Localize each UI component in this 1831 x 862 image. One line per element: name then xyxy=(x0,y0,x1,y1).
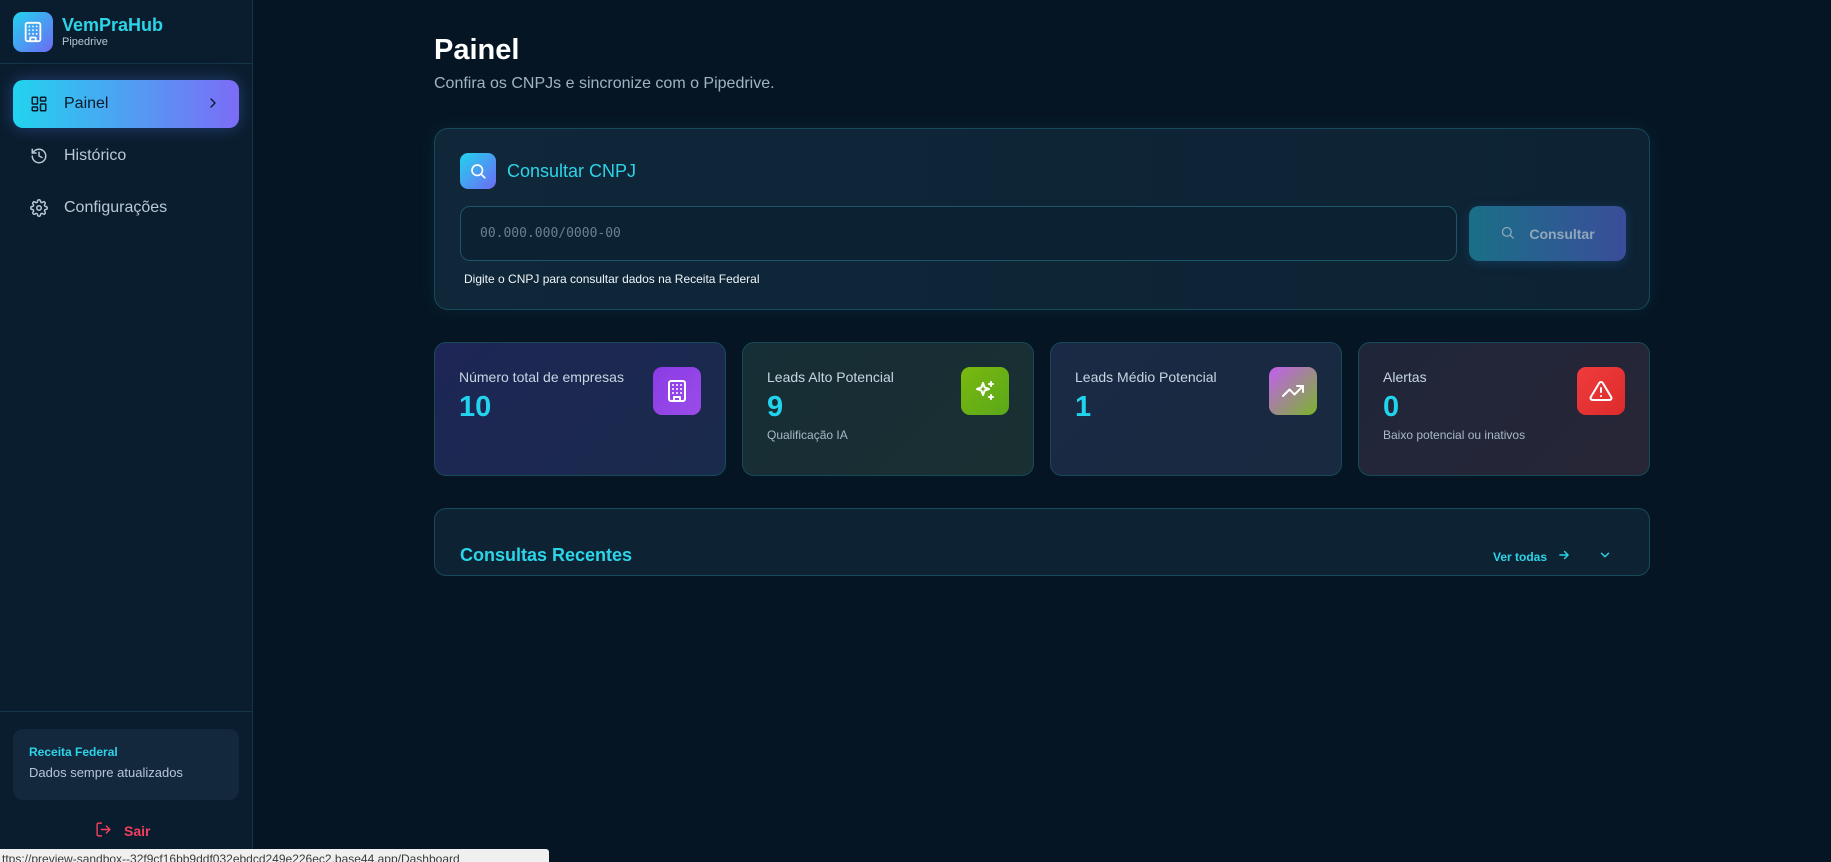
building-icon xyxy=(13,11,53,52)
chevron-right-icon xyxy=(205,95,221,116)
info-card-subtitle: Dados sempre atualizados xyxy=(29,765,183,780)
brand[interactable]: VemPraHub Pipedrive xyxy=(0,0,252,64)
logout-button[interactable]: Sair xyxy=(95,821,150,841)
building-icon xyxy=(653,367,701,415)
grid-icon xyxy=(29,94,49,114)
stat-card-total-empresas: Número total de empresas 10 xyxy=(434,342,726,476)
stat-caption: Qualificação IA xyxy=(767,428,848,442)
logout-icon xyxy=(95,821,112,841)
stat-card-alertas: Alertas 0 Baixo potencial ou inativos xyxy=(1358,342,1650,476)
view-all-link[interactable]: Ver todas xyxy=(1493,548,1571,565)
stats-row: Número total de empresas 10 Leads Alto P… xyxy=(434,342,1650,476)
sidebar-item-painel[interactable]: Painel xyxy=(13,80,239,128)
cnpj-hint: Digite o CNPJ para consultar dados na Re… xyxy=(464,272,760,286)
logout-label: Sair xyxy=(124,823,151,839)
search-icon xyxy=(460,153,496,189)
page-title: Painel xyxy=(434,34,520,66)
history-icon xyxy=(29,146,49,166)
brand-name: VemPraHub xyxy=(62,14,164,35)
cnpj-card-header: Consultar CNPJ xyxy=(460,153,636,189)
arrow-right-icon xyxy=(1557,548,1571,565)
search-icon xyxy=(1500,225,1515,243)
stat-caption: Baixo potencial ou inativos xyxy=(1383,428,1526,442)
sidebar-item-label: Configurações xyxy=(64,199,168,216)
alert-triangle-icon xyxy=(1577,367,1625,415)
receita-federal-card: Receita Federal Dados sempre atualizados xyxy=(13,729,239,800)
cnpj-input[interactable] xyxy=(460,206,1457,261)
sidebar-nav: Painel Histórico Configurações xyxy=(0,64,252,232)
sidebar-item-historico[interactable]: Histórico xyxy=(13,132,239,180)
sparkles-icon xyxy=(961,367,1009,415)
brand-subtitle: Pipedrive xyxy=(62,35,108,48)
page-subtitle: Confira os CNPJs e sincronize com o Pipe… xyxy=(434,75,775,92)
sidebar-item-label: Painel xyxy=(64,95,109,112)
recent-queries-title: Consultas Recentes xyxy=(460,545,633,565)
sidebar-footer: Receita Federal Dados sempre atualizados… xyxy=(0,711,252,839)
trending-up-icon xyxy=(1269,367,1317,415)
sidebar-item-configuracoes[interactable]: Configurações xyxy=(13,184,239,232)
recent-queries-card: Consultas Recentes Ver todas xyxy=(434,508,1650,576)
cnpj-card-title: Consultar CNPJ xyxy=(507,160,637,181)
stat-card-alto-potencial: Leads Alto Potencial 9 Qualificação IA xyxy=(742,342,1034,476)
stat-card-medio-potencial: Leads Médio Potencial 1 xyxy=(1050,342,1342,476)
consultar-button-label: Consultar xyxy=(1529,225,1595,242)
consultar-button[interactable]: Consultar xyxy=(1469,206,1626,261)
sidebar-item-label: Histórico xyxy=(64,147,127,164)
info-card-title: Receita Federal xyxy=(29,745,118,759)
sidebar: VemPraHub Pipedrive Painel Histórico Con… xyxy=(0,0,253,862)
chevron-down-icon[interactable] xyxy=(1598,548,1612,567)
status-bar-url: ttps://preview-sandbox--32f9cf16bb9ddf03… xyxy=(0,849,549,862)
gear-icon xyxy=(29,198,49,218)
view-all-label: Ver todas xyxy=(1493,549,1548,564)
cnpj-search-card: Consultar CNPJ Consultar Digite o CNPJ p… xyxy=(434,128,1650,310)
